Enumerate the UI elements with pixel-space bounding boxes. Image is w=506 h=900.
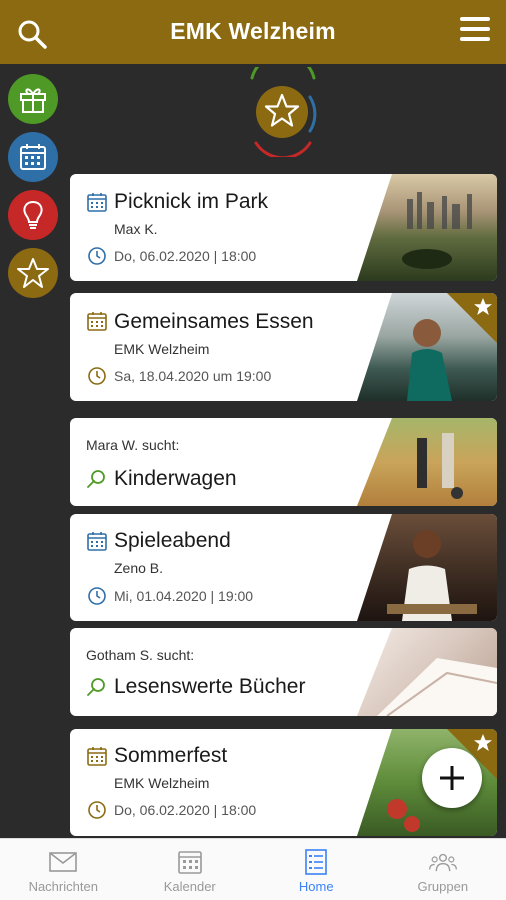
calendar-icon [87, 193, 107, 212]
side-button-calendar[interactable] [8, 132, 58, 182]
clock-icon [88, 587, 106, 605]
search-request-author: Gotham S. sucht: [86, 647, 195, 663]
event-title: Spieleabend [114, 529, 231, 552]
side-button-gifts[interactable] [8, 74, 58, 124]
event-date: Mi, 01.04.2020 | 19:00 [114, 588, 254, 604]
lightbulb-icon [23, 200, 43, 229]
event-date: Sa, 18.04.2020 um 19:00 [114, 368, 272, 384]
event-host: EMK Welzheim [114, 775, 210, 791]
search-request-image [357, 628, 497, 716]
star-icon [474, 298, 492, 315]
event-title: Picknick im Park [114, 190, 269, 213]
calendar-icon [177, 851, 202, 874]
nav-item-home[interactable]: Home [253, 839, 380, 900]
list-icon [305, 849, 328, 875]
event-card[interactable]: Gemeinsames Essen EMK Welzheim Sa, 18.04… [70, 293, 497, 401]
calendar-icon [87, 747, 107, 766]
nav-label: Nachrichten [28, 879, 98, 894]
nav-item-kalender[interactable]: Kalender [127, 839, 254, 900]
add-button[interactable] [422, 748, 482, 808]
event-date: Do, 06.02.2020 | 18:00 [114, 248, 257, 264]
event-date: Do, 06.02.2020 | 18:00 [114, 802, 257, 818]
nav-item-nachrichten[interactable]: Nachrichten [0, 839, 127, 900]
search-icon [87, 678, 105, 696]
event-title: Gemeinsames Essen [114, 310, 314, 333]
event-title: Sommerfest [114, 744, 228, 767]
search-icon [87, 470, 105, 488]
center-favorites-badge[interactable] [248, 67, 318, 157]
event-card[interactable]: Spieleabend Zeno B. Mi, 01.04.2020 | 19:… [70, 514, 497, 621]
nav-label: Home [298, 879, 334, 894]
nav-label: Gruppen [417, 879, 469, 894]
calendar-icon [87, 312, 107, 331]
search-request-card[interactable]: Mara W. sucht: Kinderwagen [70, 418, 497, 506]
clock-icon [88, 367, 106, 385]
search-request-title: Kinderwagen [114, 467, 237, 490]
clock-icon [88, 801, 106, 819]
event-host: Max K. [114, 221, 158, 237]
plus-icon [440, 766, 464, 790]
hamburger-menu-icon[interactable] [458, 14, 492, 44]
search-request-author: Mara W. sucht: [86, 437, 180, 453]
side-button-ideas[interactable] [8, 190, 58, 240]
search-request-card[interactable]: Gotham S. sucht: Lesenswerte Bücher [70, 628, 497, 716]
event-host: EMK Welzheim [114, 341, 210, 357]
calendar-icon [87, 532, 107, 551]
side-button-favorites[interactable] [8, 248, 58, 298]
bottom-navigation: Nachrichten Kalender Home Gruppen [0, 838, 506, 900]
event-card[interactable]: Picknick im Park Max K. Do, 06.02.2020 |… [70, 174, 497, 281]
event-host: Zeno B. [114, 560, 164, 576]
group-icon [428, 853, 457, 872]
search-request-image [357, 418, 497, 506]
nav-label: Kalender [163, 879, 216, 894]
event-image [357, 174, 497, 281]
star-icon [17, 258, 49, 288]
calendar-icon [20, 144, 46, 170]
nav-item-gruppen[interactable]: Gruppen [380, 839, 506, 900]
gift-icon [20, 88, 46, 113]
app-title: EMK Welzheim [170, 18, 336, 44]
envelope-icon [49, 852, 78, 872]
search-request-title: Lesenswerte Bücher [114, 675, 306, 698]
clock-icon [88, 247, 106, 265]
top-app-bar: EMK Welzheim [0, 0, 506, 64]
star-icon [474, 734, 492, 751]
event-image [357, 514, 497, 621]
